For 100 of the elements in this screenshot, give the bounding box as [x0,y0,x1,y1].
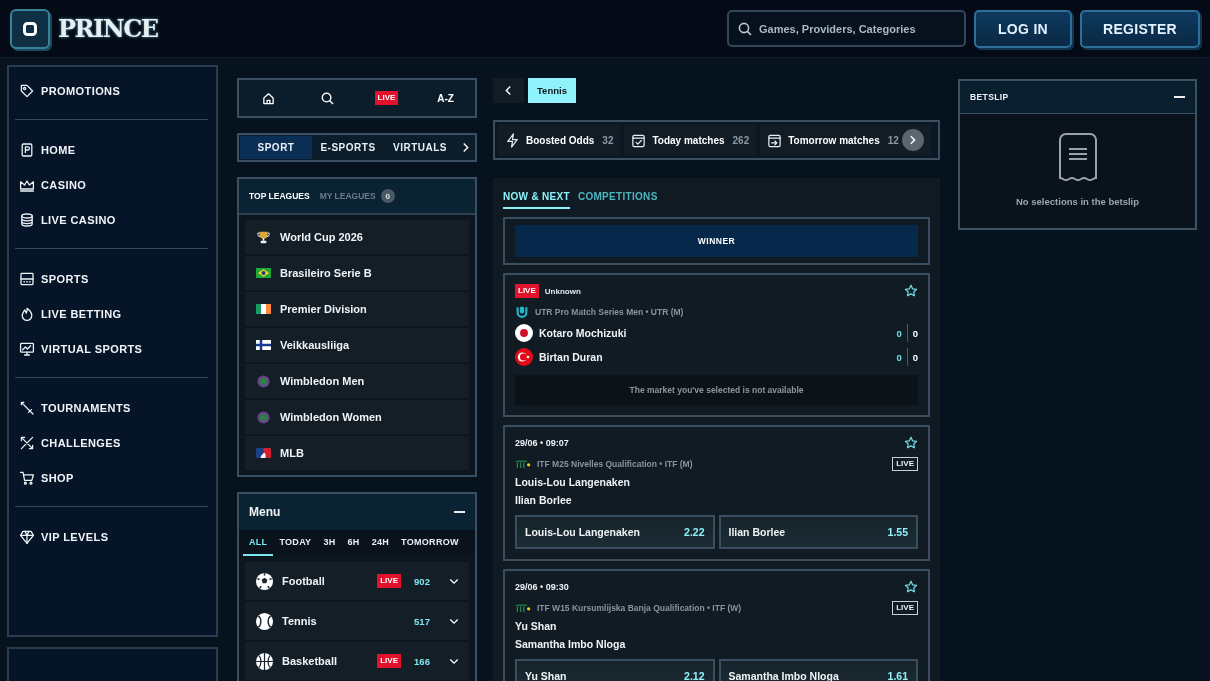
minus-icon [1174,96,1185,98]
live-button[interactable]: LIVE [374,91,399,105]
sport-item[interactable]: Basketball LIVE 166 [245,642,469,680]
register-button[interactable]: REGISTER [1080,9,1200,48]
match-count: 32 [602,134,614,146]
search-button[interactable] [321,91,334,105]
sidebar-item[interactable]: LIVE CASINO [19,202,210,237]
time-filter-tab[interactable]: 3H [317,530,342,556]
star-icon[interactable] [904,580,918,594]
league-item[interactable]: MLB [245,436,469,470]
sidebar-item[interactable]: CHALLENGES [19,425,210,460]
menu-title: Menu [249,505,281,519]
player-name: Ilian Borlee [515,494,572,506]
sidebar-item[interactable]: SHOP [19,460,210,495]
score: 0 [896,351,902,363]
tournament-logo-icon [515,603,531,613]
live-badge: LIVE [892,457,918,471]
search-icon [321,91,334,105]
leagues-tab[interactable]: TOP LEAGUES [249,191,310,201]
sidebar-item[interactable]: CASINO [19,167,210,202]
sidebar-item[interactable]: VIP LEVELS [19,519,210,554]
search-icon [738,22,752,36]
section-tab[interactable]: VIRTUALS [384,136,456,159]
tennis-ball-icon [255,611,274,631]
sidebar-item[interactable]: SPORTS [19,261,210,296]
star-icon[interactable] [904,436,918,450]
count-badge: 0 [380,189,395,203]
player-name: Kotaro Mochizuki [539,327,627,339]
tournament-logo-icon [515,459,531,469]
minus-icon [454,511,465,513]
live-badge: LIVE [515,284,539,298]
league-item[interactable]: Veikkausliiga [245,328,469,362]
section-tab[interactable]: SPORT [240,136,312,159]
home-icon [262,91,275,105]
sidebar-item[interactable]: HOME [19,132,210,167]
odds-button[interactable]: Yu Shan 2.12 [515,659,715,681]
round-emblem-icon [257,374,270,388]
score: 0 [912,327,918,339]
back-button[interactable] [493,78,524,103]
league-item[interactable]: Brasileiro Serie B [245,256,469,290]
coin-stack-icon [19,211,35,228]
a-z-button[interactable]: A-Z [437,92,454,104]
time-filter-tab[interactable]: 6H [341,530,366,556]
log-in-button[interactable]: LOG IN [974,9,1072,48]
time-filter-tab[interactable]: ALL [243,530,274,556]
scoreboard-icon [19,270,35,287]
market-button[interactable]: WINNER [515,225,918,257]
competition-name: ITF W15 Kursumlijska Banja Qualification • ITF (W) [537,603,742,613]
match-time: 29/06 • 09:07 [515,438,569,448]
competition-name: ITF M25 Nivelles Qualification • ITF (M) [537,459,693,469]
league-item[interactable]: Wimbledon Men [245,364,469,398]
chevron-right-icon [461,142,469,153]
time-filter-tab[interactable]: 24H [365,530,396,556]
category-chip[interactable]: Tennis [528,78,576,103]
league-logo-icon [256,448,271,458]
chevron-down-icon [449,657,459,665]
search-field[interactable]: Games, Providers, Categories [727,10,966,47]
competition-name: UTR Pro Match Series Men • UTR (M) [535,307,684,317]
sidebar-item[interactable]: LIVE BETTING [19,296,210,331]
live-badge: LIVE [377,574,401,588]
monitor-chart-icon [19,340,35,357]
events-tab[interactable]: NOW & NEXT [503,191,570,209]
time-filter-tab[interactable]: TOMORROW [395,530,465,556]
quick-filter-button[interactable]: Tomorrow matches 12 [760,124,931,156]
league-item[interactable]: World Cup 2026 [245,220,469,254]
cart-icon [19,469,35,486]
league-item[interactable]: Wimbledon Women [245,400,469,434]
notice-message: The market you've selected is not available [515,375,918,405]
lightning-icon [505,132,520,148]
player-name: Louis-Lou Langenaken [515,476,630,488]
site-logo[interactable]: PRINCE [58,14,158,43]
events-tab[interactable]: COMPETITIONS [577,191,658,209]
leagues-tab[interactable]: MY LEAGUES 0 [319,189,395,203]
toggle-button[interactable] [10,8,50,49]
league-item[interactable]: Premier Division [245,292,469,326]
sidebar-item[interactable]: TOURNAMENTS [19,390,210,425]
calendar-check-icon [631,132,647,148]
diamond-icon [19,528,35,545]
odds-button[interactable]: Ilian Borlee 1.55 [718,515,918,549]
sword-icon [19,399,35,416]
sport-item[interactable]: Tennis 517 [245,602,469,640]
event-count: 166 [413,655,431,667]
betslip-title: BETSLIP [970,92,1009,102]
chevron-down-icon [449,617,459,625]
quick-filter-button[interactable]: Today matches 262 [624,124,757,156]
sidebar-item[interactable]: PROMOTIONS [19,73,210,108]
brazil-flag-icon [256,268,271,278]
sport-item[interactable]: Football LIVE 902 [245,562,469,600]
crossed-arrows-icon [19,434,35,451]
tag-icon [19,82,35,99]
scroll-right-button[interactable] [901,129,924,151]
player-name: Yu Shan [515,620,557,632]
time-filter-tab[interactable]: TODAY [273,530,318,556]
star-icon[interactable] [904,284,918,298]
section-tab[interactable]: E-SPORTS [312,136,384,159]
quick-filter-button[interactable]: Boosted Odds 32 [498,124,621,156]
event-count: 902 [413,575,431,587]
odds-button[interactable]: Louis-Lou Langenaken 2.22 [515,515,715,549]
sidebar-item[interactable]: VIRTUAL SPORTS [19,331,210,366]
home-button[interactable] [262,91,275,105]
